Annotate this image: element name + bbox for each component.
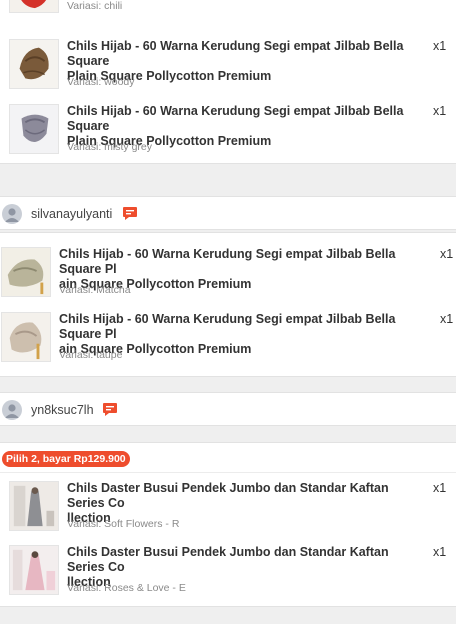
order-item[interactable]: Chils Hijab - 60 Warna Kerudung Segi emp… [0,39,456,101]
variant-label: Variasi: chili [67,0,123,12]
default-avatar-icon [2,204,22,224]
product-title-line: Chils Hijab - 60 Warna Kerudung Segi emp… [67,39,404,68]
order-group-3: Pilih 2, bayar Rp129.900 Chils Daster Bu… [0,442,456,607]
variant-label: Variasi: Soft Flowers - R [67,518,180,530]
product-title-line: Chils Daster Busui Pendek Jumbo dan Stan… [67,481,389,510]
order-item[interactable]: Chils Hijab - 60 Warna Kerudung Segi emp… [0,104,456,166]
product-title-line: Chils Daster Busui Pendek Jumbo dan Stan… [67,545,389,574]
product-thumbnail [9,0,59,13]
quantity-label: x1 [440,312,454,326]
product-title-line: Chils Hijab - 60 Warna Kerudung Segi emp… [59,247,396,276]
default-avatar-icon [2,400,22,420]
order-group-2: Chils Hijab - 60 Warna Kerudung Segi emp… [0,232,456,377]
variant-label: Variasi: Roses & Love - E [67,582,186,594]
variant-label: Variasi: taupe [59,349,123,361]
chat-bubble-icon[interactable] [102,402,118,417]
variant-label: Variasi: misty grey [67,141,152,153]
product-thumbnail [9,39,59,89]
quantity-label: x1 [433,104,447,118]
quantity-label: x1 [433,39,447,53]
shop-name[interactable]: yn8ksuc7lh [31,403,94,417]
chat-bubble-icon[interactable] [122,206,138,221]
order-item[interactable]: Chils Hijab - 60 Warna Kerudung Segi emp… [0,247,456,309]
order-item[interactable]: Variasi: chili [0,0,456,25]
variant-label: Variasi: woody [67,76,135,88]
variant-label: Variasi: Matcha [59,284,131,296]
shop-name[interactable]: silvanayulyanti [31,207,112,221]
promo-badge[interactable]: Pilih 2, bayar Rp129.900 [2,451,130,467]
product-thumbnail [9,104,59,154]
quantity-label: x1 [440,247,454,261]
product-thumbnail [9,545,59,595]
quantity-label: x1 [433,545,447,559]
order-item[interactable]: Chils Daster Busui Pendek Jumbo dan Stan… [0,545,456,607]
shop-header[interactable]: silvanayulyanti [0,196,456,230]
product-thumbnail [9,481,59,531]
product-thumbnail [1,312,51,362]
quantity-label: x1 [433,481,447,495]
order-group-1: Variasi: chili Chils Hijab - 60 Warna Ke… [0,0,456,164]
divider [0,472,456,473]
shop-header[interactable]: yn8ksuc7lh [0,392,456,426]
product-title-line: Chils Hijab - 60 Warna Kerudung Segi emp… [59,312,396,341]
product-thumbnail [1,247,51,297]
product-title-line: Chils Hijab - 60 Warna Kerudung Segi emp… [67,104,404,133]
order-item[interactable]: Chils Hijab - 60 Warna Kerudung Segi emp… [0,312,456,374]
order-item[interactable]: Chils Daster Busui Pendek Jumbo dan Stan… [0,481,456,543]
